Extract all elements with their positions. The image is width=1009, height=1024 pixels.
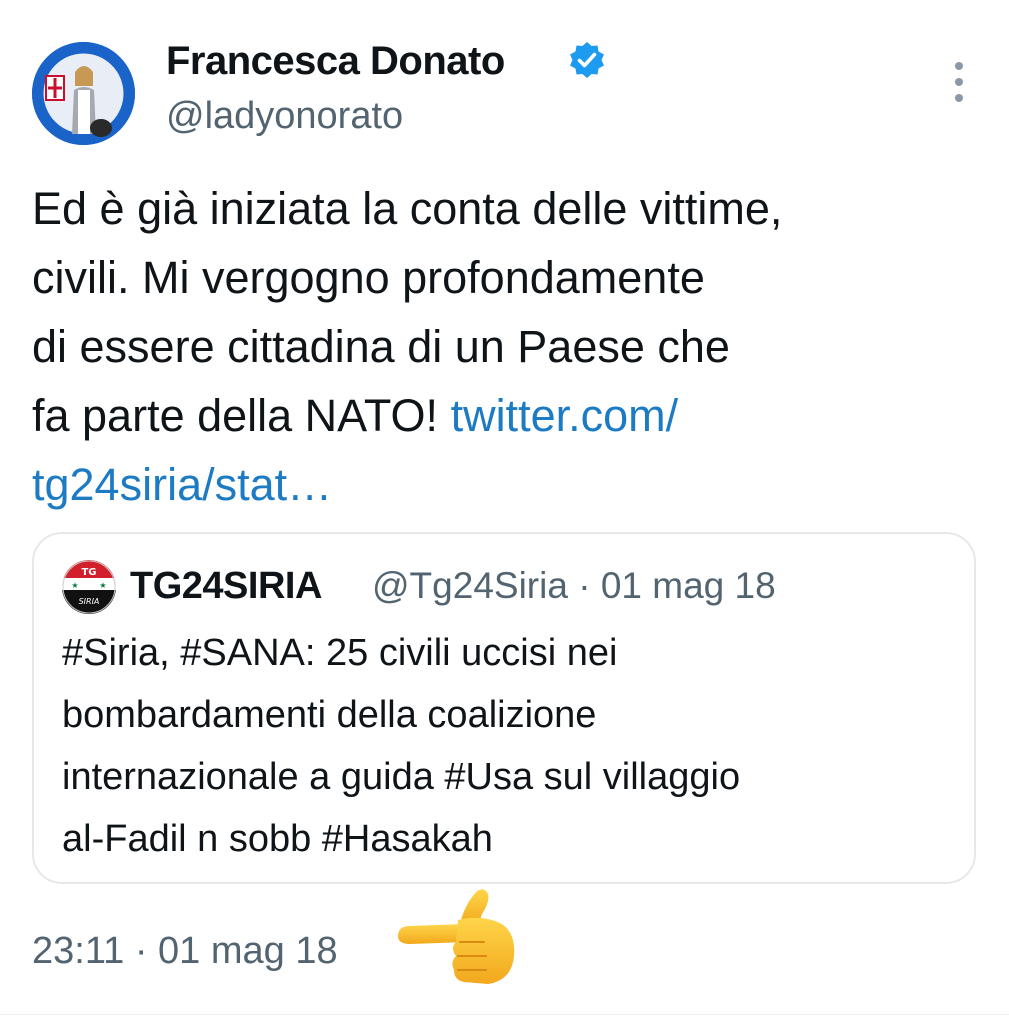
pointing-hand-icon xyxy=(394,884,524,994)
svg-text:★: ★ xyxy=(99,581,106,590)
quoted-tweet-card[interactable]: TG ★ ★ SIRIA TG24SIRIA @Tg24Siria · 01 m… xyxy=(32,532,976,884)
more-dot xyxy=(955,62,963,70)
author-avatar[interactable] xyxy=(32,42,135,145)
quoted-display-name[interactable]: TG24SIRIA xyxy=(130,564,322,608)
svg-text:★: ★ xyxy=(71,581,78,590)
quoted-text-line: #Siria, #SANA: 25 civili uccisi nei xyxy=(62,632,618,674)
quoted-separator: · xyxy=(578,565,591,606)
quoted-text-line: internazionale a guida #Usa sul villaggi… xyxy=(62,756,741,798)
tweet-text: Ed è già iniziata la conta delle vittime… xyxy=(32,174,982,519)
quoted-avatar-logo-sub: SIRIA xyxy=(79,597,100,606)
quoted-avatar[interactable]: TG ★ ★ SIRIA xyxy=(62,560,116,614)
tweet-text-line: Ed è già iniziata la conta delle vittime… xyxy=(32,183,783,234)
quoted-text-line: al-Fadil n sobb #Hasakah xyxy=(62,818,493,860)
quoted-handle[interactable]: @Tg24Siria xyxy=(372,565,568,606)
author-handle[interactable]: @ladyonorato xyxy=(166,94,403,138)
quoted-text-line: bombardamenti della coalizione xyxy=(62,694,597,736)
tweet-text-line: fa parte della NATO! twitter.com/ xyxy=(32,381,982,450)
tweet-text-segment: fa parte della NATO! xyxy=(32,390,439,441)
quoted-text: #Siria, #SANA: 25 civili uccisi nei bomb… xyxy=(62,622,952,870)
author-display-name[interactable]: Francesca Donato xyxy=(166,38,505,84)
verified-badge-icon xyxy=(567,40,607,80)
more-dot xyxy=(955,94,963,102)
quoted-date[interactable]: 01 mag 18 xyxy=(601,565,776,606)
bottom-divider xyxy=(0,1014,1009,1015)
more-options-icon[interactable] xyxy=(942,62,976,102)
tweet-link[interactable]: twitter.com/ xyxy=(451,390,679,441)
tweet-timestamp[interactable]: 23:11 · 01 mag 18 xyxy=(32,928,338,974)
quoted-meta: @Tg24Siria · 01 mag 18 xyxy=(372,564,776,608)
more-dot xyxy=(955,78,963,86)
tweet-text-line: civili. Mi vergogno profondamente xyxy=(32,252,705,303)
quoted-avatar-logo-text: TG xyxy=(81,567,96,578)
tweet-link-continued[interactable]: tg24siria/stat… xyxy=(32,450,982,519)
tweet-text-line: di essere cittadina di un Paese che xyxy=(32,321,730,372)
